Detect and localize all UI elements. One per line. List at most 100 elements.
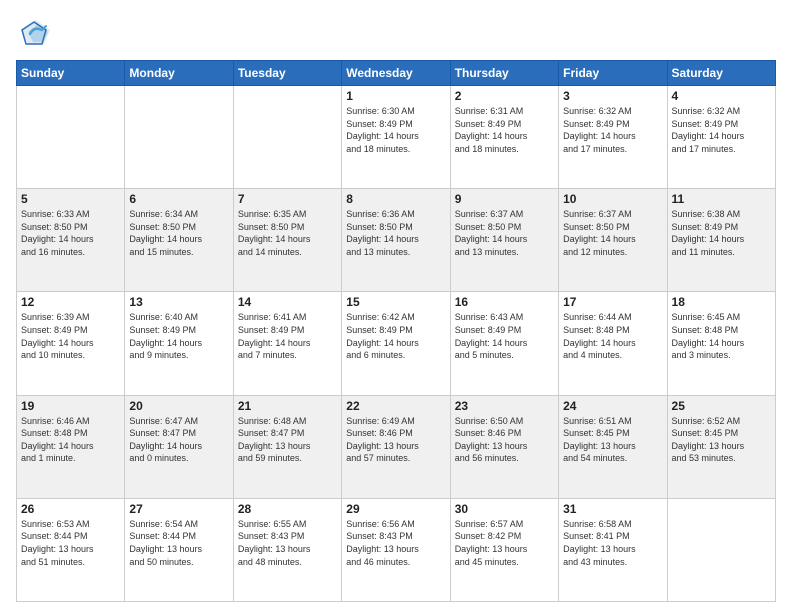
day-info: Sunrise: 6:47 AM Sunset: 8:47 PM Dayligh… (129, 415, 228, 465)
calendar-cell: 1Sunrise: 6:30 AM Sunset: 8:49 PM Daylig… (342, 86, 450, 189)
day-number: 24 (563, 399, 662, 413)
day-number: 14 (238, 295, 337, 309)
weekday-tuesday: Tuesday (233, 61, 341, 86)
day-number: 22 (346, 399, 445, 413)
calendar-cell: 31 Sunrise: 6:58 AM Sunset: 8:41 PM Dayli… (559, 498, 667, 601)
week-row-3: 12 Sunrise: 6:39 AM Sunset: 8:49 PM Dayli… (17, 292, 776, 395)
day-info: Sunrise: 6:44 AM Sunset: 8:48 PM Dayligh… (563, 311, 662, 361)
calendar-cell (667, 498, 775, 601)
day-number: 23 (455, 399, 554, 413)
day-info: Sunrise: 6:54 AM Sunset: 8:44 PM Dayligh… (129, 518, 228, 568)
day-number: 18 (672, 295, 771, 309)
logo-icon (16, 16, 52, 52)
day-number: 26 (21, 502, 120, 516)
calendar-cell: 26 Sunrise: 6:53 AM Sunset: 8:44 PM Dayli… (17, 498, 125, 601)
day-info: Sunrise: 6:34 AM Sunset: 8:50 PM Dayligh… (129, 208, 228, 258)
day-info: Sunrise: 6:49 AM Sunset: 8:46 PM Dayligh… (346, 415, 445, 465)
calendar-cell: 24Sunrise: 6:51 AM Sunset: 8:45 PM Dayli… (559, 395, 667, 498)
day-number: 21 (238, 399, 337, 413)
day-info: Sunrise: 6:50 AM Sunset: 8:46 PM Dayligh… (455, 415, 554, 465)
day-info: Sunrise: 6:41 AM Sunset: 8:49 PM Dayligh… (238, 311, 337, 361)
calendar-cell: 8 Sunrise: 6:36 AM Sunset: 8:50 PM Daylig… (342, 189, 450, 292)
calendar-cell: 27 Sunrise: 6:54 AM Sunset: 8:44 PM Dayli… (125, 498, 233, 601)
weekday-monday: Monday (125, 61, 233, 86)
day-info: Sunrise: 6:39 AM Sunset: 8:49 PM Dayligh… (21, 311, 120, 361)
day-number: 7 (238, 192, 337, 206)
calendar-cell (17, 86, 125, 189)
calendar-cell: 25 Sunrise: 6:52 AM Sunset: 8:45 PM Dayli… (667, 395, 775, 498)
calendar-cell: 13 Sunrise: 6:40 AM Sunset: 8:49 PM Dayli… (125, 292, 233, 395)
day-info: Sunrise: 6:32 AM Sunset: 8:49 PM Dayligh… (563, 105, 662, 155)
day-info: Sunrise: 6:56 AM Sunset: 8:43 PM Dayligh… (346, 518, 445, 568)
day-info: Sunrise: 6:37 AM Sunset: 8:50 PM Dayligh… (563, 208, 662, 258)
day-number: 31 (563, 502, 662, 516)
calendar-cell: 12 Sunrise: 6:39 AM Sunset: 8:49 PM Dayli… (17, 292, 125, 395)
calendar-cell: 23 Sunrise: 6:50 AM Sunset: 8:46 PM Dayli… (450, 395, 558, 498)
calendar-body: 1Sunrise: 6:30 AM Sunset: 8:49 PM Daylig… (17, 86, 776, 602)
calendar-cell: 6 Sunrise: 6:34 AM Sunset: 8:50 PM Daylig… (125, 189, 233, 292)
calendar-cell: 19Sunrise: 6:46 AM Sunset: 8:48 PM Dayli… (17, 395, 125, 498)
header (16, 16, 776, 52)
calendar-cell: 18 Sunrise: 6:45 AM Sunset: 8:48 PM Dayli… (667, 292, 775, 395)
calendar-cell: 29 Sunrise: 6:56 AM Sunset: 8:43 PM Dayli… (342, 498, 450, 601)
weekday-wednesday: Wednesday (342, 61, 450, 86)
day-info: Sunrise: 6:46 AM Sunset: 8:48 PM Dayligh… (21, 415, 120, 465)
day-info: Sunrise: 6:35 AM Sunset: 8:50 PM Dayligh… (238, 208, 337, 258)
day-number: 2 (455, 89, 554, 103)
day-number: 5 (21, 192, 120, 206)
day-number: 13 (129, 295, 228, 309)
calendar-cell (233, 86, 341, 189)
calendar-cell: 17 Sunrise: 6:44 AM Sunset: 8:48 PM Dayli… (559, 292, 667, 395)
weekday-header-row: SundayMondayTuesdayWednesdayThursdayFrid… (17, 61, 776, 86)
calendar-cell: 2Sunrise: 6:31 AM Sunset: 8:49 PM Daylig… (450, 86, 558, 189)
day-info: Sunrise: 6:52 AM Sunset: 8:45 PM Dayligh… (672, 415, 771, 465)
day-info: Sunrise: 6:58 AM Sunset: 8:41 PM Dayligh… (563, 518, 662, 568)
weekday-friday: Friday (559, 61, 667, 86)
calendar-cell (125, 86, 233, 189)
day-info: Sunrise: 6:45 AM Sunset: 8:48 PM Dayligh… (672, 311, 771, 361)
day-number: 15 (346, 295, 445, 309)
day-info: Sunrise: 6:33 AM Sunset: 8:50 PM Dayligh… (21, 208, 120, 258)
day-info: Sunrise: 6:32 AM Sunset: 8:49 PM Dayligh… (672, 105, 771, 155)
calendar-cell: 15Sunrise: 6:42 AM Sunset: 8:49 PM Dayli… (342, 292, 450, 395)
calendar-table: SundayMondayTuesdayWednesdayThursdayFrid… (16, 60, 776, 602)
day-info: Sunrise: 6:40 AM Sunset: 8:49 PM Dayligh… (129, 311, 228, 361)
logo (16, 16, 56, 52)
calendar-cell: 11Sunrise: 6:38 AM Sunset: 8:49 PM Dayli… (667, 189, 775, 292)
day-number: 8 (346, 192, 445, 206)
day-info: Sunrise: 6:38 AM Sunset: 8:49 PM Dayligh… (672, 208, 771, 258)
day-info: Sunrise: 6:48 AM Sunset: 8:47 PM Dayligh… (238, 415, 337, 465)
calendar-cell: 9Sunrise: 6:37 AM Sunset: 8:50 PM Daylig… (450, 189, 558, 292)
calendar-cell: 30Sunrise: 6:57 AM Sunset: 8:42 PM Dayli… (450, 498, 558, 601)
calendar-cell: 10Sunrise: 6:37 AM Sunset: 8:50 PM Dayli… (559, 189, 667, 292)
day-number: 12 (21, 295, 120, 309)
week-row-4: 19Sunrise: 6:46 AM Sunset: 8:48 PM Dayli… (17, 395, 776, 498)
weekday-sunday: Sunday (17, 61, 125, 86)
calendar-cell: 22 Sunrise: 6:49 AM Sunset: 8:46 PM Dayli… (342, 395, 450, 498)
calendar-header: SundayMondayTuesdayWednesdayThursdayFrid… (17, 61, 776, 86)
day-number: 4 (672, 89, 771, 103)
calendar-cell: 4 Sunrise: 6:32 AM Sunset: 8:49 PM Daylig… (667, 86, 775, 189)
week-row-2: 5 Sunrise: 6:33 AM Sunset: 8:50 PM Daylig… (17, 189, 776, 292)
calendar-cell: 21 Sunrise: 6:48 AM Sunset: 8:47 PM Dayli… (233, 395, 341, 498)
weekday-thursday: Thursday (450, 61, 558, 86)
weekday-saturday: Saturday (667, 61, 775, 86)
day-number: 29 (346, 502, 445, 516)
day-info: Sunrise: 6:36 AM Sunset: 8:50 PM Dayligh… (346, 208, 445, 258)
day-number: 27 (129, 502, 228, 516)
page: SundayMondayTuesdayWednesdayThursdayFrid… (0, 0, 792, 612)
day-number: 6 (129, 192, 228, 206)
day-info: Sunrise: 6:37 AM Sunset: 8:50 PM Dayligh… (455, 208, 554, 258)
day-number: 25 (672, 399, 771, 413)
day-info: Sunrise: 6:43 AM Sunset: 8:49 PM Dayligh… (455, 311, 554, 361)
day-number: 3 (563, 89, 662, 103)
day-info: Sunrise: 6:55 AM Sunset: 8:43 PM Dayligh… (238, 518, 337, 568)
day-number: 30 (455, 502, 554, 516)
day-number: 17 (563, 295, 662, 309)
day-info: Sunrise: 6:53 AM Sunset: 8:44 PM Dayligh… (21, 518, 120, 568)
calendar-cell: 28 Sunrise: 6:55 AM Sunset: 8:43 PM Dayli… (233, 498, 341, 601)
calendar-cell: 14 Sunrise: 6:41 AM Sunset: 8:49 PM Dayli… (233, 292, 341, 395)
calendar-cell: 3 Sunrise: 6:32 AM Sunset: 8:49 PM Daylig… (559, 86, 667, 189)
day-number: 28 (238, 502, 337, 516)
day-number: 20 (129, 399, 228, 413)
